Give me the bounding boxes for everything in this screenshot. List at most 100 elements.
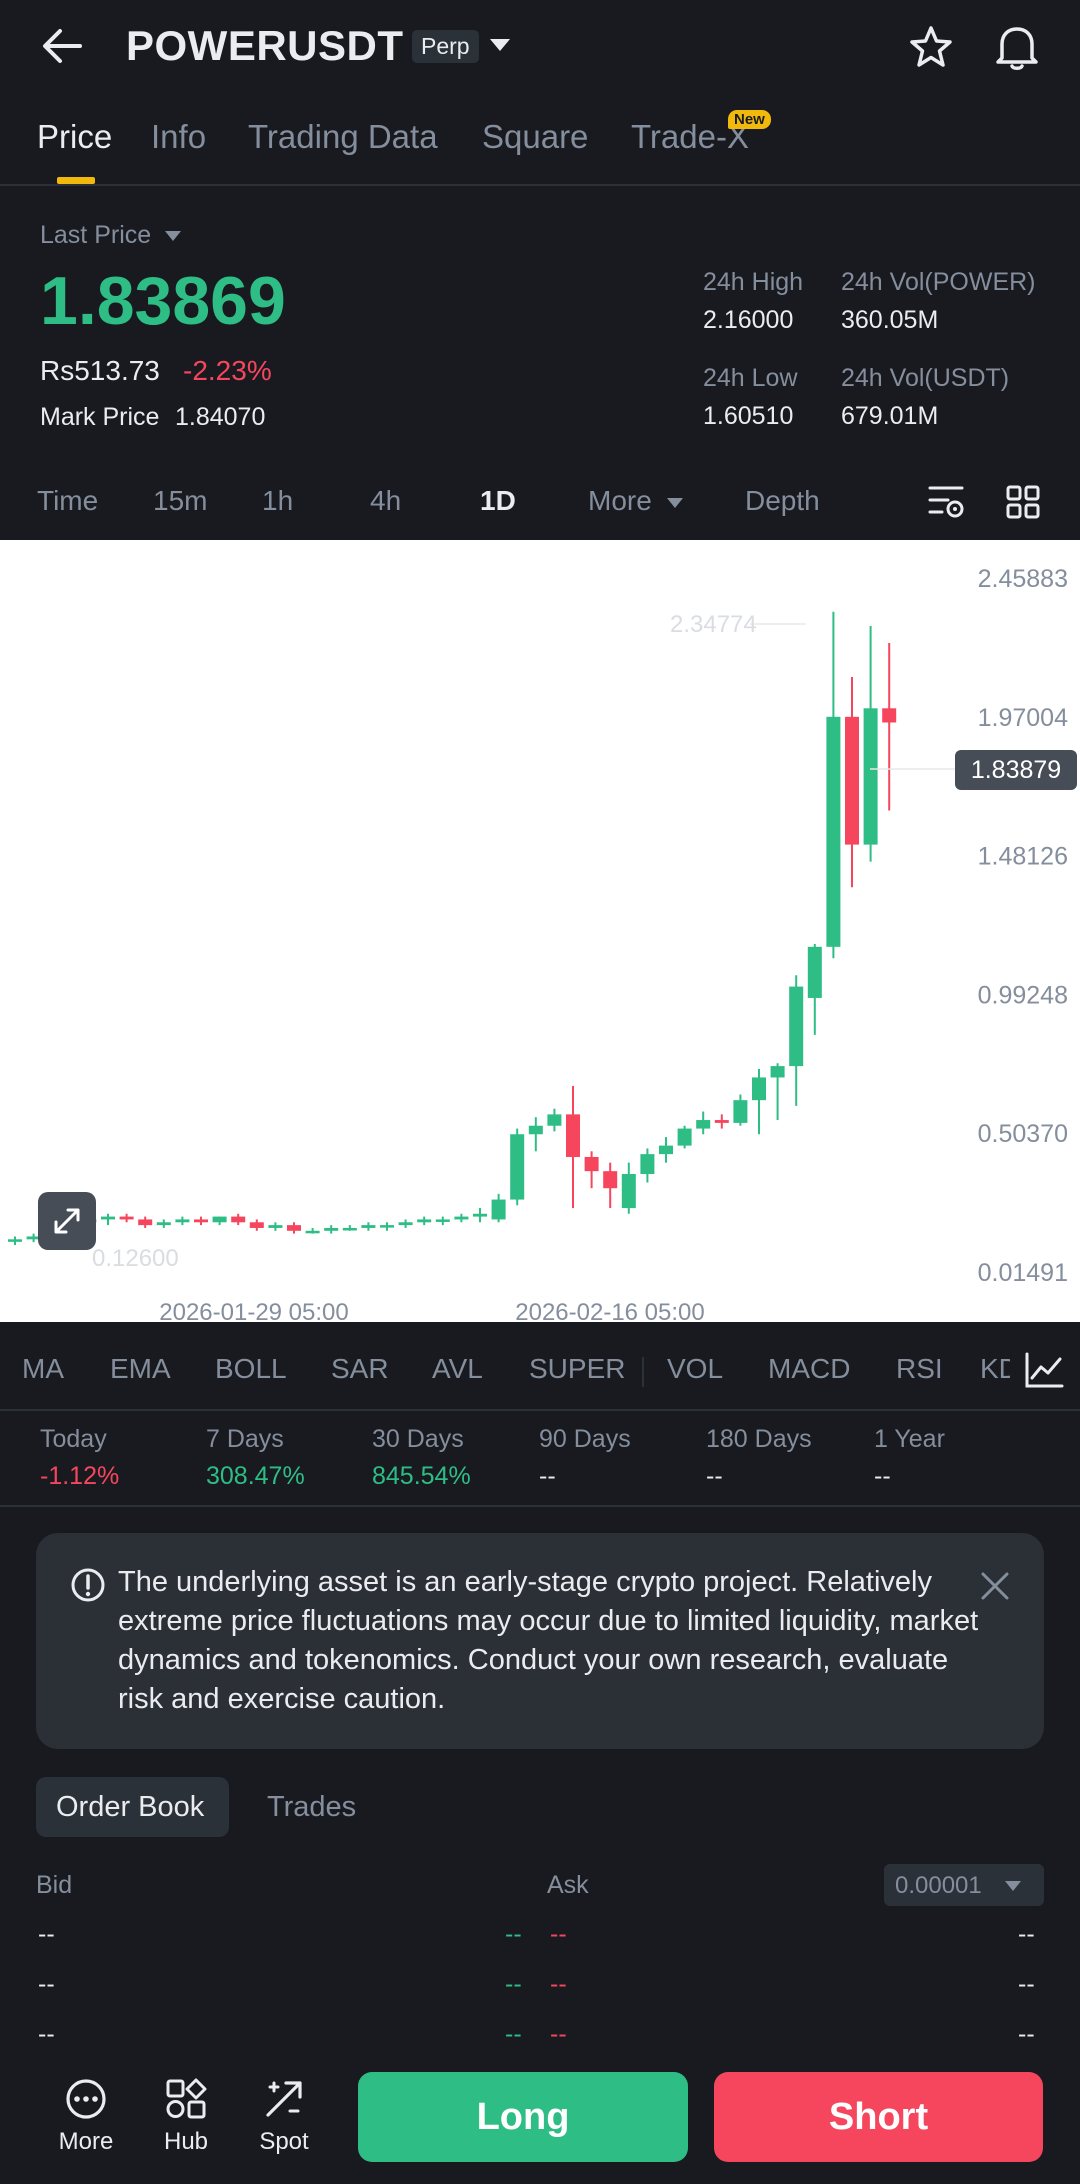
hub-label: Hub <box>163 2128 209 2155</box>
long-button[interactable]: Long <box>358 2072 688 2162</box>
price-chart[interactable]: 1.83879 2.34774 0.12600 2.45883 1.97004 1.… <box>0 540 1080 1326</box>
candle <box>287 1222 301 1234</box>
hub-button[interactable]: Hub <box>150 2077 222 2156</box>
tab-price[interactable]: Price <box>37 118 112 156</box>
y-tick-label: 0.50370 <box>978 1120 1068 1148</box>
candle <box>621 1162 636 1214</box>
candle-body <box>156 1222 171 1226</box>
spot-button[interactable]: Spot <box>248 2077 320 2156</box>
interval-time[interactable]: Time <box>37 485 98 517</box>
candle <box>640 1148 655 1183</box>
bell-icon[interactable] <box>994 22 1040 72</box>
chart-settings-icon[interactable] <box>928 484 966 520</box>
tab-square[interactable]: Square <box>482 118 588 156</box>
candle-body <box>845 716 859 845</box>
tab-trading-data[interactable]: Trading Data <box>248 118 438 156</box>
close-icon[interactable] <box>980 1571 1010 1601</box>
candlestick-chart[interactable]: 1.83879 2.34774 0.12600 2.45883 1.97004 1.… <box>0 540 1080 1326</box>
candle <box>435 1216 450 1226</box>
low-marker-label: 0.12600 <box>92 1245 179 1272</box>
candle <box>677 1125 692 1149</box>
candle <box>733 1094 748 1126</box>
candle-body <box>752 1077 766 1101</box>
indicator-macd[interactable]: MACD <box>768 1353 850 1385</box>
candle-body <box>491 1199 506 1220</box>
candle-body <box>584 1156 599 1172</box>
perf-value: -1.12% <box>40 1462 120 1490</box>
candle-body <box>268 1225 283 1228</box>
candle <box>863 625 878 862</box>
indicator-ema[interactable]: EMA <box>110 1353 171 1385</box>
candle-body <box>714 1120 729 1123</box>
indicator-ma[interactable]: MA <box>22 1353 64 1385</box>
candle <box>380 1222 394 1231</box>
candle-body <box>380 1225 394 1228</box>
indicator-boll[interactable]: BOLL <box>215 1353 287 1385</box>
x-tick-label: 2026-01-29 05:00 <box>159 1299 349 1322</box>
candle-body <box>473 1213 487 1217</box>
indicator-super[interactable]: SUPER <box>529 1353 625 1385</box>
ask-price: -- <box>550 1920 567 1948</box>
interval-4h[interactable]: 4h <box>370 485 401 517</box>
candle-body <box>175 1219 190 1223</box>
candle-body <box>417 1219 432 1223</box>
precision-selector[interactable]: 0.00001 <box>884 1864 1044 1906</box>
more-button[interactable]: More <box>50 2077 122 2156</box>
vol-quote-label: 24h Vol(USDT) <box>841 364 1010 392</box>
y-tick-label: 2.45883 <box>978 565 1068 593</box>
tab-trades[interactable]: Trades <box>267 1791 356 1824</box>
short-button[interactable]: Short <box>714 2072 1043 2162</box>
perf-7d: 7 Days 308.47% <box>206 1425 305 1491</box>
candle <box>305 1227 320 1234</box>
candle <box>528 1117 543 1152</box>
star-icon[interactable] <box>908 24 954 70</box>
candle-body <box>324 1227 339 1231</box>
info-icon <box>71 1568 105 1602</box>
perf-90d: 90 Days -- <box>539 1425 631 1491</box>
symbol-dropdown-icon[interactable] <box>488 37 512 53</box>
candle <box>882 642 897 811</box>
candle-body <box>510 1134 525 1200</box>
candle <box>547 1108 562 1132</box>
more-dots-icon <box>66 2079 106 2119</box>
high-value: 2.16000 <box>703 306 794 334</box>
risk-notice-text: The underlying asset is an early-stage c… <box>118 1566 979 1715</box>
last-price-selector[interactable]: Last Price <box>40 221 182 250</box>
grid-layout-icon[interactable] <box>1006 485 1040 519</box>
indicator-sar[interactable]: SAR <box>331 1353 389 1385</box>
indicator-settings-button[interactable] <box>1010 1345 1080 1395</box>
candle <box>714 1114 729 1129</box>
ask-price: -- <box>550 1970 567 1998</box>
symbol-title[interactable]: POWERUSDT <box>126 22 404 70</box>
back-arrow-icon[interactable] <box>40 26 84 66</box>
candle <box>156 1219 171 1228</box>
candle <box>194 1216 208 1226</box>
mark-price-value: 1.84070 <box>175 403 266 431</box>
interval-1d[interactable]: 1D <box>480 485 516 517</box>
indicator-avl[interactable]: AVL <box>432 1353 483 1385</box>
indicator-vol[interactable]: VOL <box>667 1353 723 1385</box>
ask-header: Ask <box>547 1871 589 1899</box>
indicator-rsi[interactable]: RSI <box>896 1353 943 1385</box>
candle-body <box>566 1114 580 1157</box>
candle <box>807 943 822 1035</box>
candle <box>789 975 804 1106</box>
interval-15m[interactable]: 15m <box>153 485 207 517</box>
candle <box>491 1193 506 1223</box>
tab-order-book[interactable]: Order Book <box>56 1791 204 1824</box>
interval-1h[interactable]: 1h <box>262 485 293 517</box>
interval-depth[interactable]: Depth <box>745 485 820 517</box>
tab-info[interactable]: Info <box>151 118 206 156</box>
price-change-pct: -2.23% <box>183 355 272 386</box>
perf-value: 845.54% <box>372 1462 471 1490</box>
caret-down-icon <box>1005 1881 1021 1891</box>
fullscreen-button[interactable] <box>38 1192 96 1250</box>
candle-body <box>547 1114 562 1126</box>
candle-body <box>454 1216 469 1220</box>
perf-value: -- <box>539 1462 556 1490</box>
vol-quote-value: 679.01M <box>841 402 939 430</box>
interval-more[interactable]: More <box>588 485 684 517</box>
more-label: More <box>58 2128 114 2155</box>
candle <box>454 1213 469 1223</box>
perf-today: Today -1.12% <box>40 1425 119 1491</box>
